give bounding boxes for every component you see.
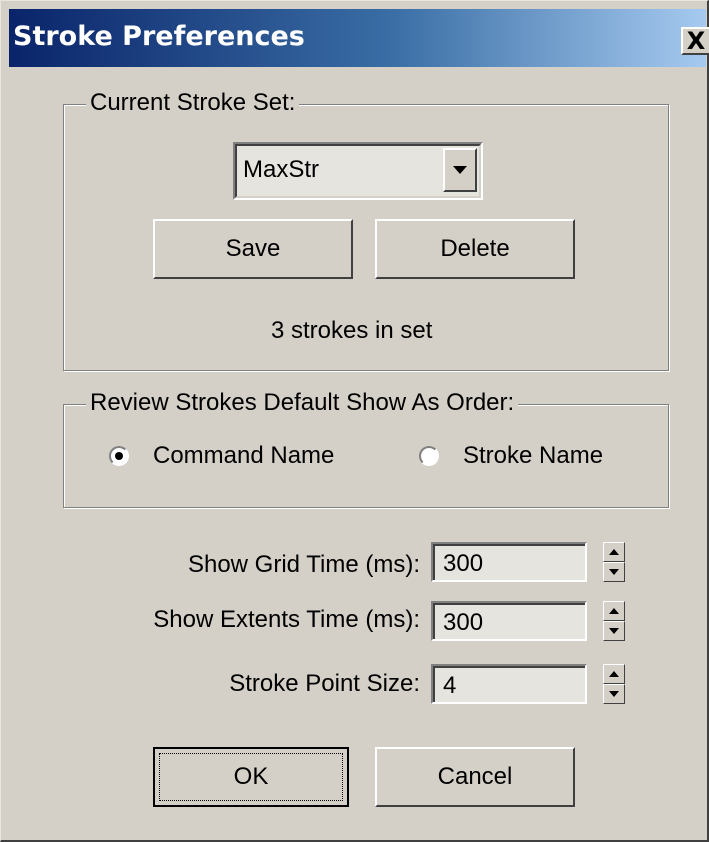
arrow-up-icon [609, 608, 619, 614]
cancel-button[interactable]: Cancel [375, 747, 575, 807]
stroke-name-radio[interactable] [419, 446, 439, 466]
dropdown-arrow-button[interactable] [443, 148, 477, 192]
show-grid-time-label: Show Grid Time (ms): [187, 551, 420, 578]
stroke-point-size-input[interactable]: 4 [431, 664, 587, 704]
spin-down-button[interactable] [603, 562, 625, 582]
chevron-down-icon [453, 166, 467, 174]
stroke-point-size-value: 4 [443, 672, 457, 699]
spin-down-button[interactable] [603, 621, 625, 641]
close-icon: X [686, 27, 706, 55]
show-extents-time-value: 300 [443, 609, 484, 636]
close-button[interactable]: X [681, 27, 709, 55]
save-button-label: Save [225, 235, 281, 262]
ok-button[interactable]: OK [153, 747, 349, 807]
delete-button-label: Delete [440, 235, 510, 262]
show-extents-time-spinner[interactable] [603, 601, 625, 641]
show-grid-time-value: 300 [443, 550, 484, 577]
review-strokes-label: Review Strokes Default Show As Order: [86, 389, 519, 417]
arrow-down-icon [609, 569, 619, 575]
arrow-down-icon [609, 628, 619, 634]
radio-selected-dot [115, 452, 123, 460]
stroke-set-value: MaxStr [243, 156, 320, 183]
stroke-point-size-spinner[interactable] [603, 664, 625, 704]
cancel-button-label: Cancel [437, 763, 513, 790]
delete-button[interactable]: Delete [375, 219, 575, 279]
arrow-up-icon [609, 671, 619, 677]
save-button[interactable]: Save [153, 219, 353, 279]
stroke-count-status: 3 strokes in set [271, 317, 433, 344]
command-name-radio[interactable] [109, 446, 129, 466]
spin-up-button[interactable] [603, 542, 625, 562]
arrow-up-icon [609, 549, 619, 555]
spin-up-button[interactable] [603, 601, 625, 621]
show-grid-time-spinner[interactable] [603, 542, 625, 582]
arrow-down-icon [609, 691, 619, 697]
spin-up-button[interactable] [603, 664, 625, 684]
window-title: Stroke Preferences [13, 21, 305, 52]
show-extents-time-label: Show Extents Time (ms): [153, 606, 420, 633]
spin-down-button[interactable] [603, 684, 625, 704]
stroke-point-size-label: Stroke Point Size: [229, 670, 420, 697]
command-name-label[interactable]: Command Name [153, 442, 334, 470]
focus-indicator [159, 753, 343, 801]
current-stroke-set-label: Current Stroke Set: [86, 89, 300, 117]
stroke-preferences-dialog: Stroke Preferences X Current Stroke Set:… [0, 0, 709, 842]
show-grid-time-input[interactable]: 300 [431, 542, 587, 582]
title-bar[interactable]: Stroke Preferences X [9, 9, 709, 67]
stroke-set-dropdown[interactable]: MaxStr [233, 142, 483, 200]
show-extents-time-input[interactable]: 300 [431, 601, 587, 641]
stroke-name-label[interactable]: Stroke Name [463, 442, 603, 470]
